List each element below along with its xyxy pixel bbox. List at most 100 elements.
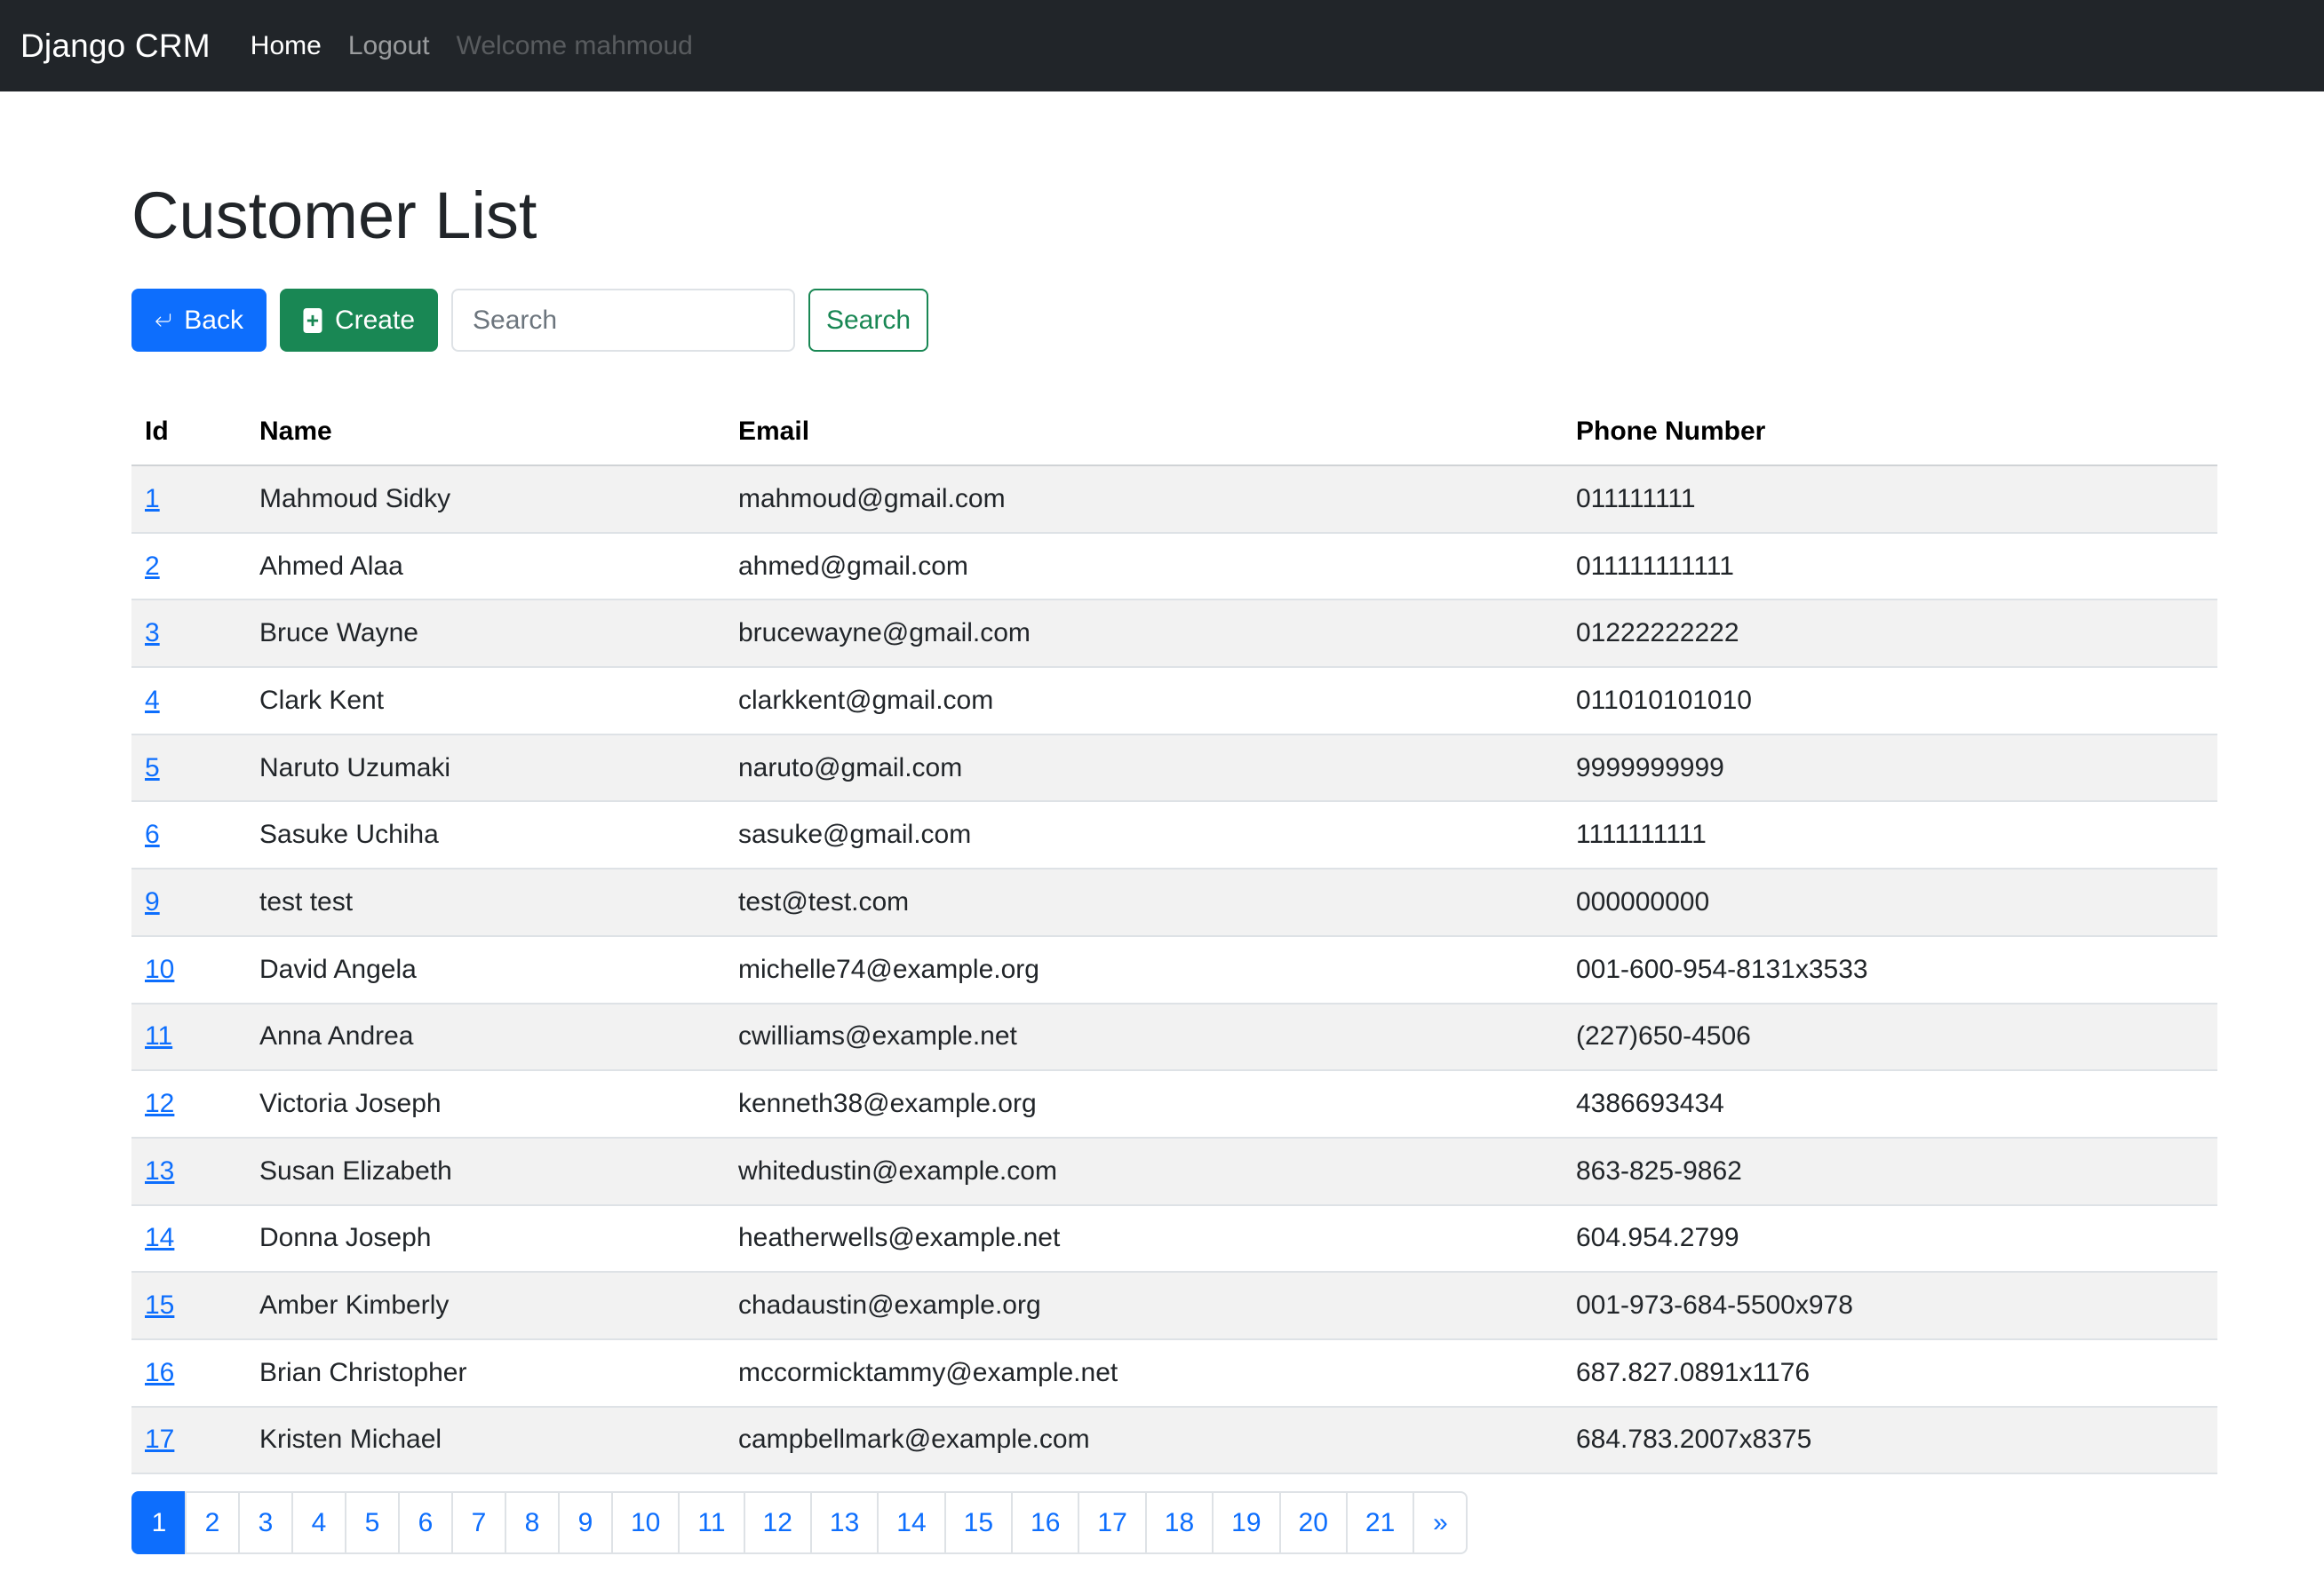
customer-email: michelle74@example.org xyxy=(725,935,1563,1004)
header-phone: Phone Number xyxy=(1563,398,2217,466)
customer-name: test test xyxy=(246,869,725,937)
page-link[interactable]: 18 xyxy=(1144,1491,1214,1554)
page-link[interactable]: 7 xyxy=(451,1491,506,1554)
header-name: Name xyxy=(246,398,725,466)
page-link[interactable]: 5 xyxy=(345,1491,400,1554)
page-title: Customer List xyxy=(131,179,537,252)
search-button[interactable]: Search xyxy=(808,289,928,352)
customer-id-link[interactable]: 3 xyxy=(145,618,160,647)
customer-id-link[interactable]: 5 xyxy=(145,753,160,782)
customer-name: Ahmed Alaa xyxy=(246,532,725,601)
customer-phone: 000000000 xyxy=(1563,869,2217,937)
customer-name: Mahmoud Sidky xyxy=(246,465,725,534)
header-email: Email xyxy=(725,398,1563,466)
customer-phone: 011111111 xyxy=(1563,465,2217,534)
table-row: 10 David Angela michelle74@example.org 0… xyxy=(131,935,2217,1004)
customer-id-link[interactable]: 2 xyxy=(145,552,160,581)
customer-id-link[interactable]: 16 xyxy=(145,1358,174,1387)
customer-phone: 01222222222 xyxy=(1563,599,2217,669)
create-button[interactable]: Create xyxy=(280,289,438,352)
page-link[interactable]: 14 xyxy=(877,1491,946,1554)
back-button-label: Back xyxy=(184,305,243,335)
customer-email: ahmed@gmail.com xyxy=(725,532,1563,601)
customer-phone: 687.827.0891x1176 xyxy=(1563,1338,2217,1408)
table-row: 16 Brian Christopher mccormicktammy@exam… xyxy=(131,1338,2217,1408)
customer-id-link[interactable]: 9 xyxy=(145,887,160,917)
table-row: 14 Donna Joseph heatherwells@example.net… xyxy=(131,1204,2217,1274)
customer-name: Naruto Uzumaki xyxy=(246,734,725,803)
search-input[interactable] xyxy=(451,289,795,352)
page-link-current[interactable]: 1 xyxy=(131,1491,187,1554)
customer-email: kenneth38@example.org xyxy=(725,1070,1563,1139)
page-link[interactable]: 21 xyxy=(1345,1491,1415,1554)
customer-name: Amber Kimberly xyxy=(246,1272,725,1340)
customer-email: chadaustin@example.org xyxy=(725,1272,1563,1340)
table-row: 1 Mahmoud Sidky mahmoud@gmail.com 011111… xyxy=(131,465,2217,534)
customer-name: Brian Christopher xyxy=(246,1338,725,1408)
page-link[interactable]: 15 xyxy=(943,1491,1014,1554)
page-link[interactable]: 6 xyxy=(398,1491,453,1554)
customer-name: Victoria Joseph xyxy=(246,1070,725,1139)
arrow-return-left-icon xyxy=(155,313,171,327)
customer-name: Susan Elizabeth xyxy=(246,1137,725,1206)
toolbar: Back Create Search xyxy=(131,289,928,352)
customer-name: Sasuke Uchiha xyxy=(246,801,725,870)
customer-phone: 4386693434 xyxy=(1563,1070,2217,1139)
page-link[interactable]: 2 xyxy=(185,1491,240,1554)
customer-email: campbellmark@example.com xyxy=(725,1406,1563,1475)
page-link[interactable]: 13 xyxy=(809,1491,879,1554)
customer-email: clarkkent@gmail.com xyxy=(725,667,1563,735)
customer-id-link[interactable]: 4 xyxy=(145,686,160,715)
customer-phone: 9999999999 xyxy=(1563,734,2217,803)
customer-id-link[interactable]: 14 xyxy=(145,1223,174,1252)
customer-id-link[interactable]: 11 xyxy=(145,1021,172,1051)
table-row: 13 Susan Elizabeth whitedustin@example.c… xyxy=(131,1137,2217,1206)
page-link[interactable]: 9 xyxy=(558,1491,613,1554)
page-link[interactable]: 17 xyxy=(1078,1491,1147,1554)
customer-phone: 011111111111 xyxy=(1563,532,2217,601)
customer-email: test@test.com xyxy=(725,869,1563,937)
page-next-link[interactable]: » xyxy=(1413,1491,1468,1554)
customer-id-link[interactable]: 15 xyxy=(145,1290,174,1320)
page-link[interactable]: 12 xyxy=(743,1491,812,1554)
customer-email: whitedustin@example.com xyxy=(725,1137,1563,1206)
table-body: 1 Mahmoud Sidky mahmoud@gmail.com 011111… xyxy=(131,465,2217,1475)
page-link[interactable]: 16 xyxy=(1011,1491,1080,1554)
create-button-label: Create xyxy=(334,305,415,335)
customer-phone: 001-973-684-5500x978 xyxy=(1563,1272,2217,1340)
customer-phone: 1111111111 xyxy=(1563,801,2217,870)
customer-name: David Angela xyxy=(246,935,725,1004)
customer-id-link[interactable]: 10 xyxy=(145,955,174,984)
page-link[interactable]: 8 xyxy=(505,1491,560,1554)
table-header-row: Id Name Email Phone Number xyxy=(131,398,2217,466)
customer-email: sasuke@gmail.com xyxy=(725,801,1563,870)
customer-email: naruto@gmail.com xyxy=(725,734,1563,803)
customer-phone: (227)650-4506 xyxy=(1563,1003,2217,1072)
customer-name: Donna Joseph xyxy=(246,1204,725,1274)
customer-id-link[interactable]: 17 xyxy=(145,1425,174,1454)
customer-id-link[interactable]: 12 xyxy=(145,1089,174,1118)
back-button[interactable]: Back xyxy=(131,289,267,352)
customer-email: brucewayne@gmail.com xyxy=(725,599,1563,669)
page-link[interactable]: 11 xyxy=(678,1491,745,1554)
customer-id-link[interactable]: 6 xyxy=(145,820,160,849)
table-row: 12 Victoria Joseph kenneth38@example.org… xyxy=(131,1070,2217,1139)
nav-home-link[interactable]: Home xyxy=(251,31,322,61)
nav-logout-link[interactable]: Logout xyxy=(348,31,430,61)
page-link[interactable]: 10 xyxy=(611,1491,680,1554)
customer-email: mccormicktammy@example.net xyxy=(725,1338,1563,1408)
table-row: 5 Naruto Uzumaki naruto@gmail.com 999999… xyxy=(131,734,2217,803)
brand-link[interactable]: Django CRM xyxy=(20,28,211,65)
customer-email: cwilliams@example.net xyxy=(725,1003,1563,1072)
table-row: 9 test test test@test.com 000000000 xyxy=(131,869,2217,937)
table-row: 3 Bruce Wayne brucewayne@gmail.com 01222… xyxy=(131,599,2217,669)
customer-id-link[interactable]: 1 xyxy=(145,484,160,513)
customer-id-link[interactable]: 13 xyxy=(145,1156,174,1186)
page-link[interactable]: 3 xyxy=(238,1491,293,1554)
page-link[interactable]: 19 xyxy=(1212,1491,1281,1554)
table-row: 15 Amber Kimberly chadaustin@example.org… xyxy=(131,1272,2217,1340)
page-link[interactable]: 20 xyxy=(1278,1491,1348,1554)
table-row: 4 Clark Kent clarkkent@gmail.com 0110101… xyxy=(131,667,2217,735)
table-row: 11 Anna Andrea cwilliams@example.net (22… xyxy=(131,1003,2217,1072)
page-link[interactable]: 4 xyxy=(291,1491,346,1554)
